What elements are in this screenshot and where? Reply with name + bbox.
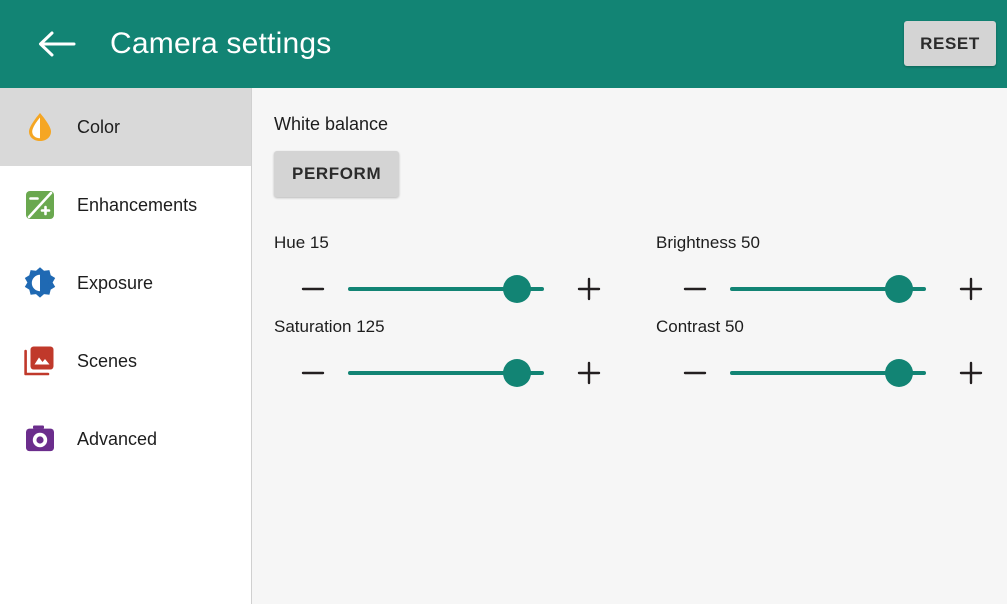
slider-saturation: Saturation 125 [274, 317, 656, 401]
scenes-icon [18, 339, 62, 383]
arrow-left-icon [36, 29, 76, 59]
sidebar-item-advanced[interactable]: Advanced [0, 400, 251, 478]
settings-sidebar: Color Enhancements Exposure Scenes Advan… [0, 88, 252, 604]
white-balance-label: White balance [274, 114, 389, 134]
sidebar-item-label: Exposure [77, 272, 154, 293]
slider-brightness: Brightness 50 [656, 233, 1007, 317]
slider-brightness-label: Brightness 50 [656, 233, 760, 252]
advanced-camera-icon [18, 417, 62, 461]
sidebar-item-label: Color [77, 116, 121, 137]
slider-hue-row [274, 261, 656, 317]
slider-hue: Hue 15 [274, 233, 656, 317]
contrast-slider-thumb[interactable] [884, 359, 913, 387]
brightness-decrement-button[interactable] [678, 272, 712, 306]
brightness-slider-track[interactable] [730, 272, 926, 306]
reset-button[interactable]: RESET [904, 21, 996, 66]
contrast-increment-button[interactable] [954, 356, 988, 390]
camera-settings-window: Camera settings RESET Color Enhancements… [0, 0, 1007, 604]
saturation-slider-track[interactable] [348, 356, 544, 390]
sidebar-item-label: Scenes [77, 350, 138, 371]
sidebar-item-enhancements[interactable]: Enhancements [0, 166, 251, 244]
app-header: Camera settings RESET [0, 0, 1007, 88]
sidebar-item-label: Enhancements [77, 194, 198, 215]
plus-icon [576, 276, 602, 302]
hue-slider-track[interactable] [348, 272, 544, 306]
hue-decrement-button[interactable] [296, 272, 330, 306]
color-droplet-icon [18, 105, 62, 149]
contrast-slider-track[interactable] [730, 356, 926, 390]
saturation-decrement-button[interactable] [296, 356, 330, 390]
back-button[interactable] [30, 18, 82, 70]
page-title: Camera settings [110, 27, 332, 60]
slider-saturation-row [274, 345, 656, 401]
slider-contrast: Contrast 50 [656, 317, 1007, 401]
slider-grid: Hue 15 Brightness 50 Saturation 125 Cont… [274, 233, 1007, 401]
plus-icon [576, 360, 602, 386]
minus-icon [682, 363, 708, 383]
brightness-increment-button[interactable] [954, 272, 988, 306]
slider-brightness-row [656, 261, 1007, 317]
brightness-slider-thumb[interactable] [884, 275, 913, 303]
slider-contrast-row [656, 345, 1007, 401]
perform-white-balance-button[interactable]: PERFORM [274, 151, 400, 197]
hue-increment-button[interactable] [572, 272, 606, 306]
settings-content-panel: White balance PERFORM Hue 15 Brightness … [252, 88, 1007, 604]
minus-icon [300, 363, 326, 383]
hue-slider-thumb[interactable] [502, 275, 531, 303]
sidebar-item-color[interactable]: Color [0, 88, 251, 166]
saturation-increment-button[interactable] [572, 356, 606, 390]
minus-icon [682, 279, 708, 299]
enhancements-icon [18, 183, 62, 227]
slider-saturation-label: Saturation 125 [274, 317, 385, 336]
slider-hue-label: Hue 15 [274, 233, 329, 252]
sidebar-item-label: Advanced [77, 428, 158, 449]
minus-icon [300, 279, 326, 299]
slider-contrast-label: Contrast 50 [656, 317, 744, 336]
sidebar-item-exposure[interactable]: Exposure [0, 244, 251, 322]
contrast-decrement-button[interactable] [678, 356, 712, 390]
exposure-icon [18, 261, 62, 305]
plus-icon [958, 360, 984, 386]
saturation-slider-thumb[interactable] [502, 359, 531, 387]
sidebar-item-scenes[interactable]: Scenes [0, 322, 251, 400]
plus-icon [958, 276, 984, 302]
body-container: Color Enhancements Exposure Scenes Advan… [0, 88, 1007, 604]
